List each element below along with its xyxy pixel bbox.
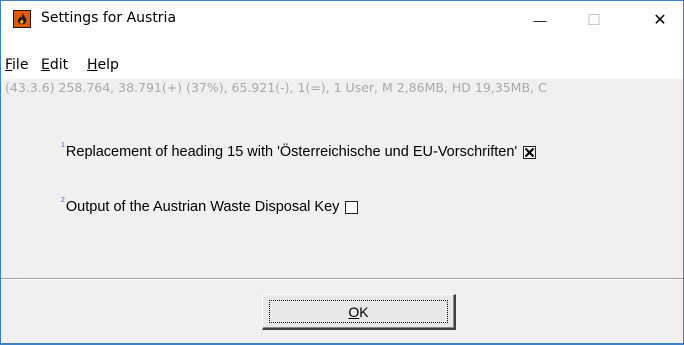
window-title: Settings for Austria [41, 10, 177, 26]
title-bar[interactable]: Settings for Austria — ☐ ✕ [1, 1, 683, 39]
menu-file-accel: F [5, 57, 13, 73]
menu-help-accel: H [87, 57, 98, 73]
minimize-button[interactable]: — [517, 1, 563, 39]
ok-rest: K [359, 303, 369, 320]
option-label-heading15: Replacement of heading 15 with 'Österrei… [65, 144, 518, 160]
option-marker: 2 [61, 197, 65, 204]
status-line: (43.3.6) 258.764, 38.791(+) (37%), 65.92… [5, 80, 547, 95]
minimize-icon: — [533, 12, 547, 28]
option-label-waste-key: Output of the Austrian Waste Disposal Ke… [65, 199, 340, 215]
menu-file[interactable]: File [5, 57, 28, 73]
heading15-checkbox[interactable] [523, 146, 537, 159]
ok-button[interactable]: OK [262, 294, 456, 330]
option-row-waste-key: 2 Output of the Austrian Waste Disposal … [61, 197, 359, 215]
menu-help-label: elp [97, 57, 119, 73]
waste-key-checkbox[interactable] [345, 201, 359, 214]
flame-icon [13, 10, 31, 28]
settings-window: Settings for Austria — ☐ ✕ File Edit Hel… [0, 0, 684, 345]
menu-edit[interactable]: Edit [41, 57, 68, 73]
close-button[interactable]: ✕ [637, 1, 683, 39]
separator-highlight [1, 279, 683, 280]
close-icon: ✕ [653, 12, 667, 29]
maximize-button[interactable]: ☐ [571, 1, 617, 39]
check-x-icon [524, 147, 535, 158]
option-marker: 1 [61, 142, 65, 149]
menubar-spacer [1, 39, 683, 57]
menu-edit-label: dit [49, 57, 69, 73]
menu-file-label: ile [12, 57, 29, 73]
option-row-heading15: 1 Replacement of heading 15 with 'Österr… [61, 142, 537, 160]
ok-button-label: OK [348, 304, 368, 320]
menu-edit-accel: E [41, 57, 50, 73]
ok-accel: O [348, 303, 360, 320]
menu-help[interactable]: Help [87, 57, 119, 73]
maximize-icon: ☐ [587, 12, 601, 29]
